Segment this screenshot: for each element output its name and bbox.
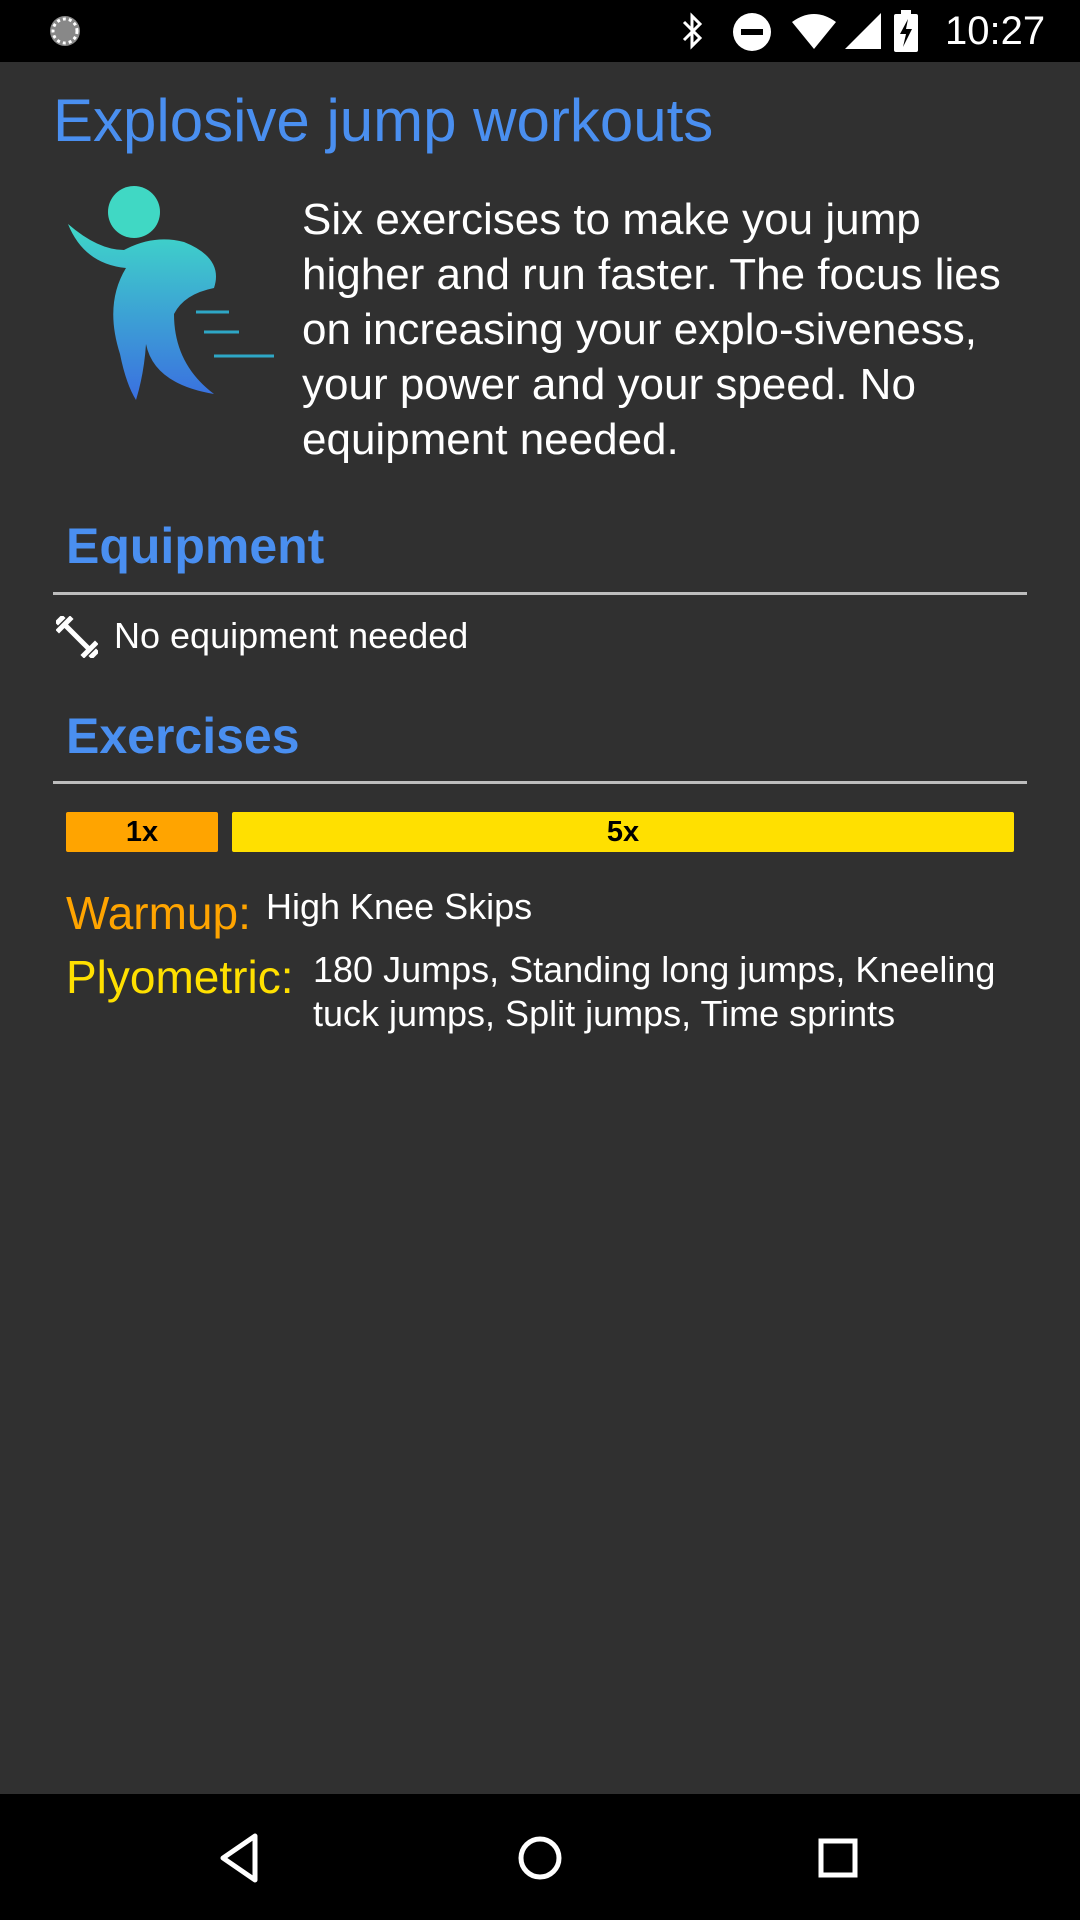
equipment-text: No equipment needed [114,615,469,656]
signal-icon [845,13,881,49]
equipment-divider [53,592,1027,595]
running-figure-icon [68,186,274,400]
home-icon[interactable] [508,1826,572,1890]
do-not-disturb-icon [733,13,771,51]
clock: 10:27 [945,9,1046,53]
equipment-heading: Equipment [66,518,325,574]
screen: 10:27 Explosive jump workouts Six exerci… [0,0,1080,1920]
loading-icon [50,16,80,46]
warmup-exercises: High Knee Skips [266,886,533,927]
exercises-divider [53,781,1027,784]
wifi-icon [792,14,836,49]
plyometric-label: Plyometric: [66,951,294,1003]
round-bar-warmup: 1x [66,812,218,852]
page-title: Explosive jump workouts [53,87,714,154]
bluetooth-icon [682,12,703,50]
round-bar-plyometric: 5x [232,812,1014,852]
workout-description: Six exercises to make you jump higher an… [302,195,1001,464]
battery-charging-icon [894,10,918,52]
plyometric-exercises: 180 Jumps, Standing long jumps, Kneeling… [313,949,996,1034]
status-bar: 10:27 [0,0,1080,62]
recents-icon[interactable] [806,1826,870,1890]
navigation-bar [0,1794,1080,1920]
back-icon[interactable] [209,1826,273,1890]
warmup-label: Warmup: [66,887,251,939]
dumbbell-icon [56,616,98,658]
exercises-heading: Exercises [66,708,300,764]
